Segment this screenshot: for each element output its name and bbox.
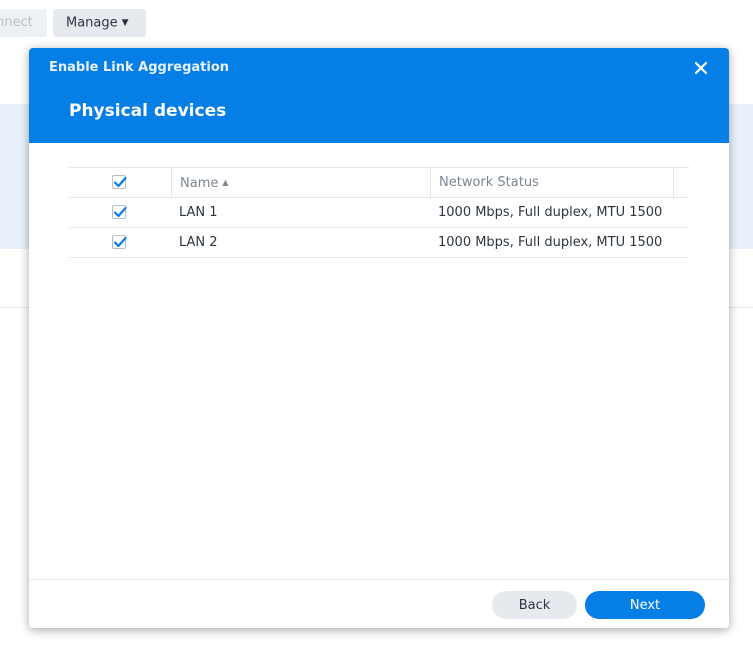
manage-button-label: Manage [66,15,118,31]
select-all-cell [69,168,171,197]
step-title: Physical devices [69,101,227,121]
column-header-network-status[interactable]: Network Status [430,168,673,197]
link-aggregation-dialog: Enable Link Aggregation Physical devices… [29,48,729,628]
connect-button[interactable]: nnect [0,9,47,37]
back-button[interactable]: Back [492,591,577,619]
dialog-footer: Back Next [29,579,729,628]
background-toolbar: nnect Manage ▼ [0,0,753,46]
device-status: 1000 Mbps, Full duplex, MTU 1500 [438,235,663,250]
next-button[interactable]: Next [585,591,705,619]
dialog-title: Enable Link Aggregation [49,60,230,75]
device-name: LAN 1 [179,205,218,220]
sort-ascending-icon: ▲ [222,178,229,187]
physical-devices-grid: Name ▲ Network Status LAN 1 1000 Mbps, Fu… [69,167,689,258]
close-icon[interactable] [691,58,711,78]
select-all-checkbox[interactable] [112,175,127,189]
device-status: 1000 Mbps, Full duplex, MTU 1500 [438,205,663,220]
table-row[interactable]: LAN 1 1000 Mbps, Full duplex, MTU 1500 [69,198,689,228]
connect-button-label: nnect [0,15,33,30]
device-name: LAN 2 [179,235,218,250]
caret-down-icon: ▼ [121,18,129,28]
column-header-status-label: Network Status [439,175,539,190]
grid-header-row: Name ▲ Network Status [69,167,689,198]
column-header-spacer [673,168,689,197]
row-checkbox[interactable] [112,235,127,249]
row-check-cell [69,228,171,257]
row-check-cell [69,198,171,227]
row-checkbox[interactable] [112,205,127,219]
manage-button[interactable]: Manage ▼ [53,9,146,37]
column-header-name-label: Name [180,176,219,191]
column-header-name[interactable]: Name ▲ [171,168,430,197]
dialog-header: Enable Link Aggregation Physical devices [29,48,729,143]
table-row[interactable]: LAN 2 1000 Mbps, Full duplex, MTU 1500 [69,228,689,258]
